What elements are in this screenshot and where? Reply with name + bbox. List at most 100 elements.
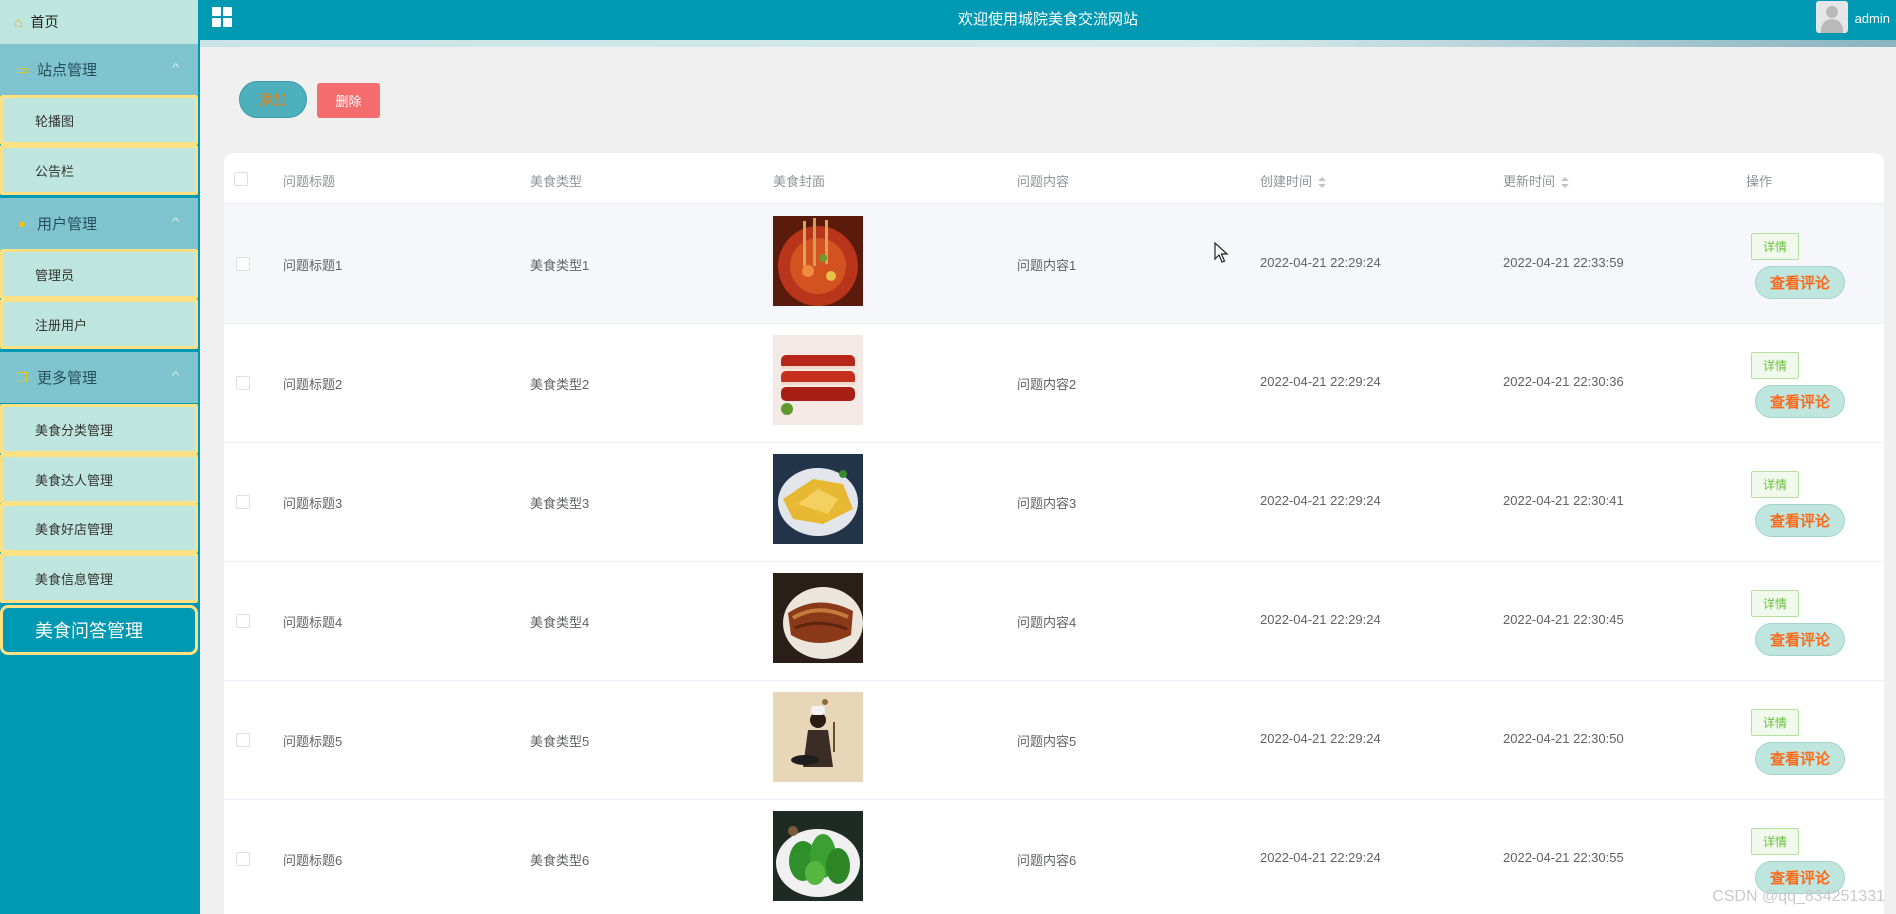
sidebar-group-label: 站点管理 xyxy=(37,62,98,79)
sidebar-group-more[interactable]: ❐ 更多管理 ^ xyxy=(0,352,198,403)
view-comments-button[interactable]: 查看评论 xyxy=(1755,504,1845,537)
cell-created-time: 2022-04-21 22:29:24 xyxy=(1260,731,1381,746)
avatar[interactable] xyxy=(1816,1,1848,33)
table-row[interactable]: 问题标题6 美食类型6 问题内容6 2022-04-21 22:29:24 2022-0… xyxy=(224,799,1884,914)
cell-created-time: 2022-04-21 22:29:24 xyxy=(1260,612,1381,627)
column-header-type: 美食类型 xyxy=(530,174,583,189)
chevron-up-icon: ^ xyxy=(171,62,180,74)
detail-button[interactable]: 详情 xyxy=(1751,352,1799,379)
sidebar-item-food-experts[interactable]: 美食达人管理 xyxy=(0,454,198,504)
cell-title: 问题标题3 xyxy=(283,496,343,511)
cell-content: 问题内容4 xyxy=(1017,615,1077,630)
table-row[interactable]: 问题标题3 美食类型3 问题内容3 2022-04-21 22:29:24 2022-0… xyxy=(224,442,1884,562)
column-header-title: 问题标题 xyxy=(283,174,336,189)
sidebar-item-label: 管理员 xyxy=(35,267,75,283)
sidebar-item-label: 美食问答管理 xyxy=(35,621,143,641)
cell-updated-time: 2022-04-21 22:33:59 xyxy=(1503,255,1624,270)
copy-icon: ❐ xyxy=(16,369,28,385)
sidebar-item-food-info[interactable]: 美食信息管理 xyxy=(0,553,198,603)
view-comments-button[interactable]: 查看评论 xyxy=(1755,385,1845,418)
column-header-content: 问题内容 xyxy=(1017,174,1070,189)
top-header: 欢迎使用城院美食交流网站 admin xyxy=(200,0,1896,40)
sidebar-item-food-qa[interactable]: 美食问答管理 xyxy=(0,605,198,655)
row-checkbox[interactable] xyxy=(236,852,250,866)
food-cover-image xyxy=(773,692,863,782)
detail-button[interactable]: 详情 xyxy=(1751,590,1799,617)
avatar-body xyxy=(1821,19,1843,33)
column-header-updated[interactable]: 更新时间 xyxy=(1503,171,1570,190)
grid-menu-icon[interactable] xyxy=(212,7,232,27)
view-comments-button[interactable]: 查看评论 xyxy=(1755,266,1845,299)
table-row[interactable]: 问题标题4 美食类型4 问题内容4 2022-04-21 22:29:24 2022-0… xyxy=(224,561,1884,681)
sidebar-item-label: 美食好店管理 xyxy=(35,521,114,537)
cell-type: 美食类型3 xyxy=(530,496,590,511)
cell-created-time: 2022-04-21 22:29:24 xyxy=(1260,255,1381,270)
table-row[interactable]: 问题标题2 美食类型2 问题内容2 2022-04-21 22:29:24 2022-0… xyxy=(224,323,1884,443)
watermark: CSDN @qq_834251331 xyxy=(1712,888,1885,905)
cell-type: 美食类型2 xyxy=(530,377,590,392)
food-cover-image xyxy=(773,454,863,544)
view-comments-button[interactable]: 查看评论 xyxy=(1755,623,1845,656)
select-all-checkbox[interactable] xyxy=(234,172,248,186)
home-icon: ⌂ xyxy=(14,14,23,30)
delete-button[interactable]: 删除 xyxy=(317,83,380,118)
column-header-label: 更新时间 xyxy=(1503,174,1556,189)
detail-button[interactable]: 详情 xyxy=(1751,709,1799,736)
chevron-up-icon: ^ xyxy=(171,370,180,382)
row-checkbox[interactable] xyxy=(236,257,250,271)
sidebar-group-users[interactable]: ● 用户管理 ^ xyxy=(0,198,198,249)
sidebar-item-label: 轮播图 xyxy=(35,113,75,129)
cell-content: 问题内容1 xyxy=(1017,258,1077,273)
cell-title: 问题标题1 xyxy=(283,258,343,273)
table-row[interactable]: 问题标题5 美食类型5 问题内容5 2022-04-21 22:29:24 2022-0… xyxy=(224,680,1884,800)
row-checkbox[interactable] xyxy=(236,495,250,509)
cell-title: 问题标题2 xyxy=(283,377,343,392)
food-cover-image xyxy=(773,216,863,306)
cell-created-time: 2022-04-21 22:29:24 xyxy=(1260,850,1381,865)
cell-type: 美食类型1 xyxy=(530,258,590,273)
sidebar-item-admins[interactable]: 管理员 xyxy=(0,249,198,299)
view-comments-button[interactable]: 查看评论 xyxy=(1755,742,1845,775)
sort-icon[interactable] xyxy=(1318,176,1327,189)
food-cover-image xyxy=(773,335,863,425)
detail-button[interactable]: 详情 xyxy=(1751,471,1799,498)
cell-content: 问题内容5 xyxy=(1017,734,1077,749)
sort-icon[interactable] xyxy=(1561,176,1570,189)
sidebar-item-registered-users[interactable]: 注册用户 xyxy=(0,299,198,349)
detail-button[interactable]: 详情 xyxy=(1751,233,1799,260)
sidebar-item-notice[interactable]: 公告栏 xyxy=(0,145,198,195)
monitor-icon: ▭ xyxy=(15,61,29,77)
cell-title: 问题标题5 xyxy=(283,734,343,749)
cell-updated-time: 2022-04-21 22:30:55 xyxy=(1503,850,1624,865)
avatar-head xyxy=(1826,6,1838,18)
sidebar-group-label: 更多管理 xyxy=(37,370,98,387)
cell-content: 问题内容2 xyxy=(1017,377,1077,392)
sidebar-item-label: 美食信息管理 xyxy=(35,571,114,587)
food-cover-image xyxy=(773,573,863,663)
sidebar-item-food-category[interactable]: 美食分类管理 xyxy=(0,404,198,454)
add-button[interactable]: 添加 xyxy=(239,81,307,118)
main-content: 添加 删除 问题标题 美食类型 美食封面 问题内容 创建时间 更新时间 操作 问… xyxy=(200,47,1896,914)
sidebar-item-carousel[interactable]: 轮播图 xyxy=(0,95,198,145)
row-checkbox[interactable] xyxy=(236,376,250,390)
sidebar-item-label: 首页 xyxy=(30,14,59,30)
cell-created-time: 2022-04-21 22:29:24 xyxy=(1260,374,1381,389)
username[interactable]: admin xyxy=(1855,11,1890,26)
sidebar-item-label: 公告栏 xyxy=(35,163,75,179)
sidebar-item-food-shops[interactable]: 美食好店管理 xyxy=(0,503,198,553)
column-header-created[interactable]: 创建时间 xyxy=(1260,171,1327,190)
site-title: 欢迎使用城院美食交流网站 xyxy=(957,11,1138,28)
cell-content: 问题内容3 xyxy=(1017,496,1077,511)
sidebar-group-site[interactable]: ▭ 站点管理 ^ xyxy=(0,44,198,95)
sidebar-item-home[interactable]: ⌂ 首页 xyxy=(0,0,198,44)
row-checkbox[interactable] xyxy=(236,733,250,747)
cell-type: 美食类型4 xyxy=(530,615,590,630)
detail-button[interactable]: 详情 xyxy=(1751,828,1799,855)
data-table: 问题标题 美食类型 美食封面 问题内容 创建时间 更新时间 操作 问题标题1 美食… xyxy=(224,153,1884,914)
table-header: 问题标题 美食类型 美食封面 问题内容 创建时间 更新时间 操作 xyxy=(224,153,1884,204)
table-row[interactable]: 问题标题1 美食类型1 问题内容1 2022-04-21 22:29:24 2022-0… xyxy=(224,204,1884,324)
cell-updated-time: 2022-04-21 22:30:45 xyxy=(1503,612,1624,627)
row-checkbox[interactable] xyxy=(236,614,250,628)
cell-type: 美食类型5 xyxy=(530,734,590,749)
sidebar: ⌂ 首页 ▭ 站点管理 ^ 轮播图 公告栏 ● 用户管理 ^ 管理员 注册用户 … xyxy=(0,0,200,914)
